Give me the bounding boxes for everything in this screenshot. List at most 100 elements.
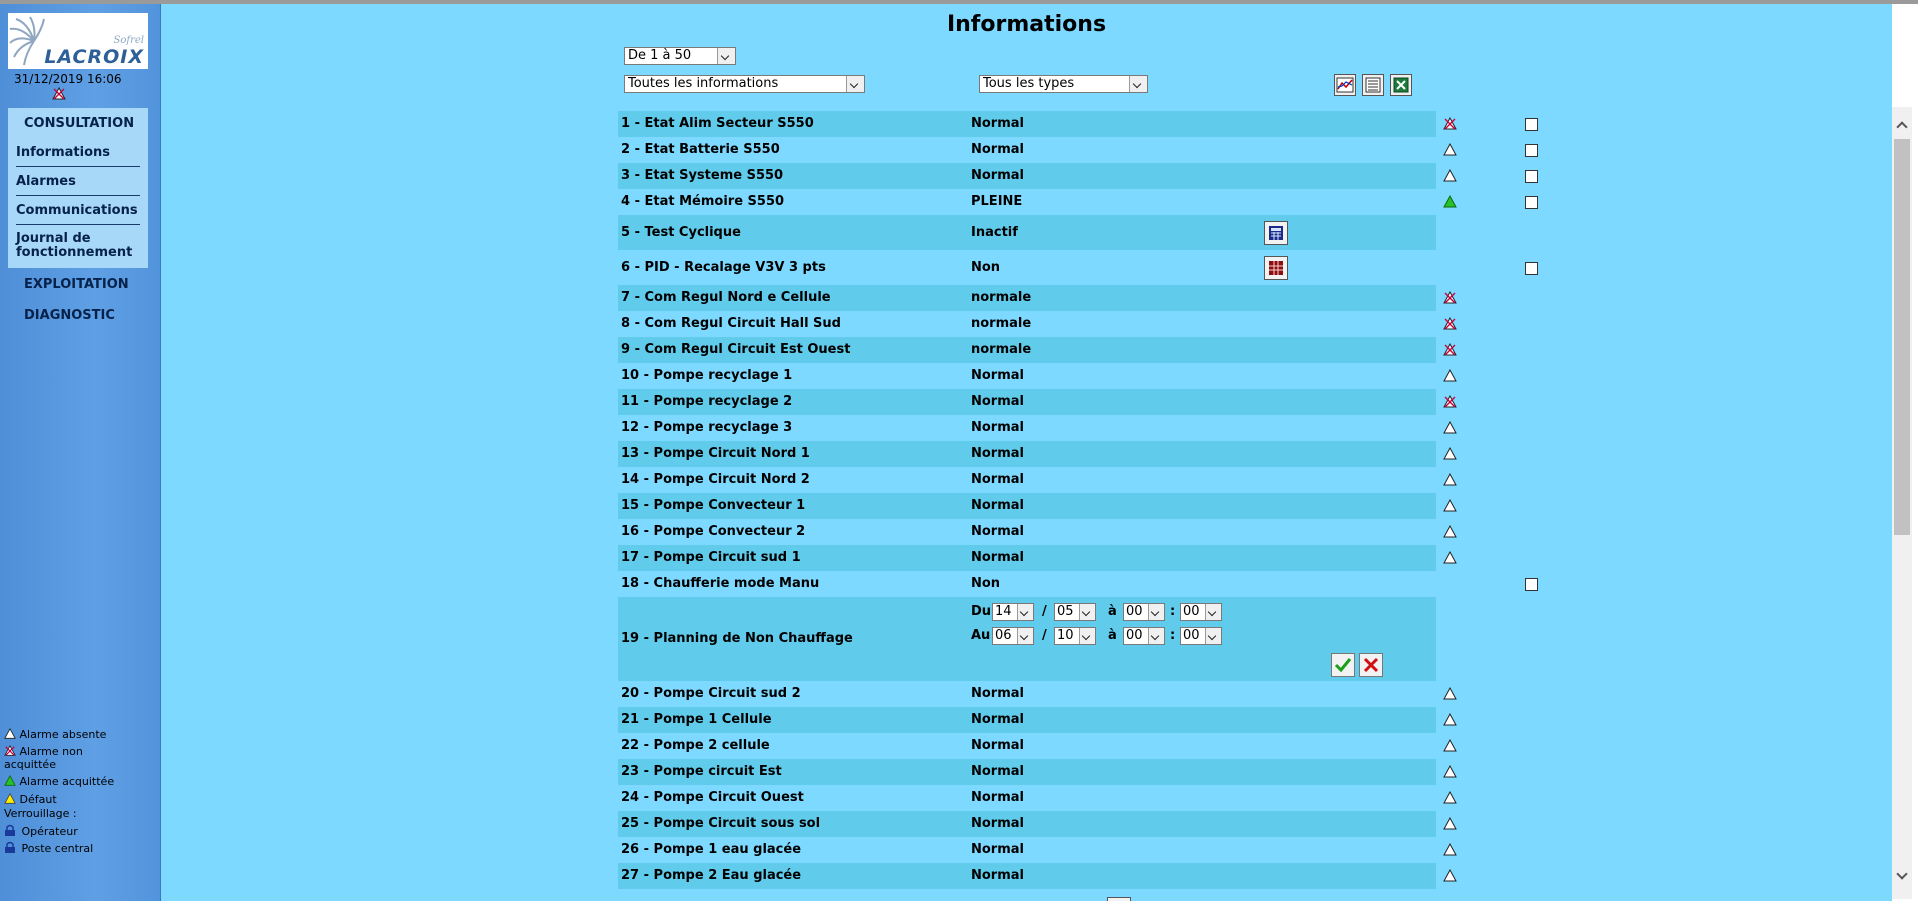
row-alarm-status[interactable] (1443, 525, 1457, 539)
start-minute-select[interactable]: 00 (1180, 603, 1222, 621)
cancel-button[interactable] (1359, 653, 1383, 677)
row-checkbox[interactable] (1525, 578, 1538, 591)
calculator-icon (1269, 226, 1283, 240)
row-alarm-status[interactable] (1443, 817, 1457, 831)
row-label: 12 - Pompe recyclage 3 (621, 420, 793, 435)
menu-consultation-heading[interactable]: CONSULTATION (24, 116, 134, 131)
row-alarm-status[interactable] (1443, 117, 1457, 131)
scroll-down-arrow-icon[interactable] (1892, 867, 1912, 885)
sidebar: Sofrel LACROIX 31/12/2019 16:06 CONSULTA… (0, 4, 161, 901)
legend-defaut: Défaut (19, 793, 57, 806)
row-checkbox[interactable] (1525, 118, 1538, 131)
alarm-absent-icon (1443, 143, 1457, 156)
menu-item-alarmes[interactable]: Alarmes (16, 174, 140, 189)
row-label: 24 - Pompe Circuit Ouest (621, 790, 804, 805)
row-value: Normal (971, 142, 1024, 157)
row-label: 25 - Pompe Circuit sous sol (621, 816, 821, 831)
row-label: 9 - Com Regul Circuit Est Ouest (621, 342, 851, 357)
close-icon (1363, 657, 1379, 673)
consultation-menu: CONSULTATION Informations Alarmes Commun… (8, 108, 148, 268)
row-alarm-status[interactable] (1443, 421, 1457, 435)
legend-acq: Alarme acquittée (19, 775, 115, 788)
alarm-absent-icon (1443, 739, 1457, 752)
scroll-thumb[interactable] (1894, 139, 1910, 535)
row-alarm-status[interactable] (1443, 343, 1457, 357)
row-value: PLEINE (971, 194, 1023, 209)
start-day-select-value: 14 (995, 604, 1012, 619)
excel-export-button[interactable] (1390, 74, 1412, 96)
legend-absent: Alarme absente (19, 728, 107, 741)
table-row: 23 - Pompe circuit Est Normal (618, 759, 1457, 785)
chevron-down-icon (1205, 628, 1221, 644)
row-alarm-status[interactable] (1443, 317, 1457, 331)
alarm-absent-icon (1443, 843, 1457, 856)
start-day-select[interactable]: 14 (992, 603, 1034, 621)
row-alarm-status[interactable] (1443, 843, 1457, 857)
row-alarm-status[interactable] (1443, 195, 1457, 209)
alarm-absent-icon (4, 727, 16, 739)
row-checkbox[interactable] (1525, 262, 1538, 275)
row-value: Normal (971, 868, 1024, 883)
chart-view-button[interactable] (1334, 74, 1356, 96)
row-label: 16 - Pompe Convecteur 2 (621, 524, 806, 539)
row-alarm-status[interactable] (1443, 499, 1457, 513)
start-month-select-value: 05 (1057, 604, 1074, 619)
row-checkbox[interactable] (1525, 196, 1538, 209)
row-alarm-status[interactable] (1443, 291, 1457, 305)
list-view-button[interactable] (1362, 74, 1384, 96)
menu-item-communications[interactable]: Communications (16, 203, 140, 218)
row-value: normale (971, 316, 1032, 331)
start-hour-select[interactable]: 00 (1123, 603, 1165, 621)
station-alarm-icon[interactable] (52, 86, 66, 105)
row-command-button[interactable] (1264, 221, 1288, 245)
table-row: 19 - Planning de Non Chauffage Du 14 / 05 à 00… (618, 597, 1436, 681)
info-filter-select[interactable]: Toutes les informations (624, 75, 865, 93)
type-filter-select[interactable]: Tous les types (979, 75, 1148, 93)
start-month-select[interactable]: 05 (1054, 603, 1096, 621)
defaut-icon (4, 792, 16, 804)
menu-diagnostic[interactable]: DIAGNOSTIC (24, 308, 115, 323)
row-checkbox[interactable] (1525, 170, 1538, 183)
confirm-button[interactable] (1331, 653, 1355, 677)
row-alarm-status[interactable] (1443, 447, 1457, 461)
legend-poste: Poste central (21, 842, 94, 855)
row-label: 18 - Chaufferie mode Manu (621, 576, 820, 591)
end-minute-select[interactable]: 00 (1180, 627, 1222, 645)
row-alarm-status[interactable] (1443, 739, 1457, 753)
end-month-select[interactable]: 10 (1054, 627, 1096, 645)
row-alarm-status[interactable] (1443, 169, 1457, 183)
row-alarm-status[interactable] (1443, 687, 1457, 701)
start-minute-select-value: 00 (1183, 604, 1200, 619)
row-value: Normal (971, 764, 1024, 779)
range-select[interactable]: De 1 à 50 (624, 47, 736, 65)
menu-exploitation[interactable]: EXPLOITATION (24, 277, 129, 292)
end-day-select[interactable]: 06 (992, 627, 1034, 645)
row-alarm-status[interactable] (1443, 869, 1457, 883)
row-alarm-status[interactable] (1443, 765, 1457, 779)
row-label: 7 - Com Regul Nord e Cellule (621, 290, 831, 305)
alarm-absent-icon (1443, 169, 1457, 182)
row-alarm-status[interactable] (1443, 473, 1457, 487)
row-alarm-status[interactable] (1443, 143, 1457, 157)
table-row: 14 - Pompe Circuit Nord 2 Normal (618, 467, 1457, 493)
scroll-up-arrow-icon[interactable] (1892, 115, 1912, 133)
table-row: 1 - Etat Alim Secteur S550 Normal (618, 111, 1538, 137)
vertical-scrollbar[interactable] (1892, 107, 1912, 899)
menu-item-journal[interactable]: Journal de fonctionnement (16, 232, 140, 260)
row-checkbox[interactable] (1525, 144, 1538, 157)
row-label: 27 - Pompe 2 Eau glacée (621, 868, 802, 883)
alarm-absent-icon (1443, 713, 1457, 726)
row-alarm-status[interactable] (1443, 791, 1457, 805)
row-alarm-status[interactable] (1443, 395, 1457, 409)
row-alarm-status[interactable] (1443, 713, 1457, 727)
chevron-down-icon (1129, 76, 1147, 92)
table-row: 22 - Pompe 2 cellule Normal (618, 733, 1457, 759)
end-hour-select[interactable]: 00 (1123, 627, 1165, 645)
menu-item-informations[interactable]: Informations (16, 145, 140, 160)
row-command-button[interactable] (1264, 256, 1288, 280)
row-alarm-status[interactable] (1443, 551, 1457, 565)
main-content: Informations De 1 à 50 Toutes les inform… (161, 4, 1892, 901)
table-row: 25 - Pompe Circuit sous sol Normal (618, 811, 1457, 837)
row-alarm-status[interactable] (1443, 369, 1457, 383)
row-command-button[interactable] (1107, 897, 1131, 901)
